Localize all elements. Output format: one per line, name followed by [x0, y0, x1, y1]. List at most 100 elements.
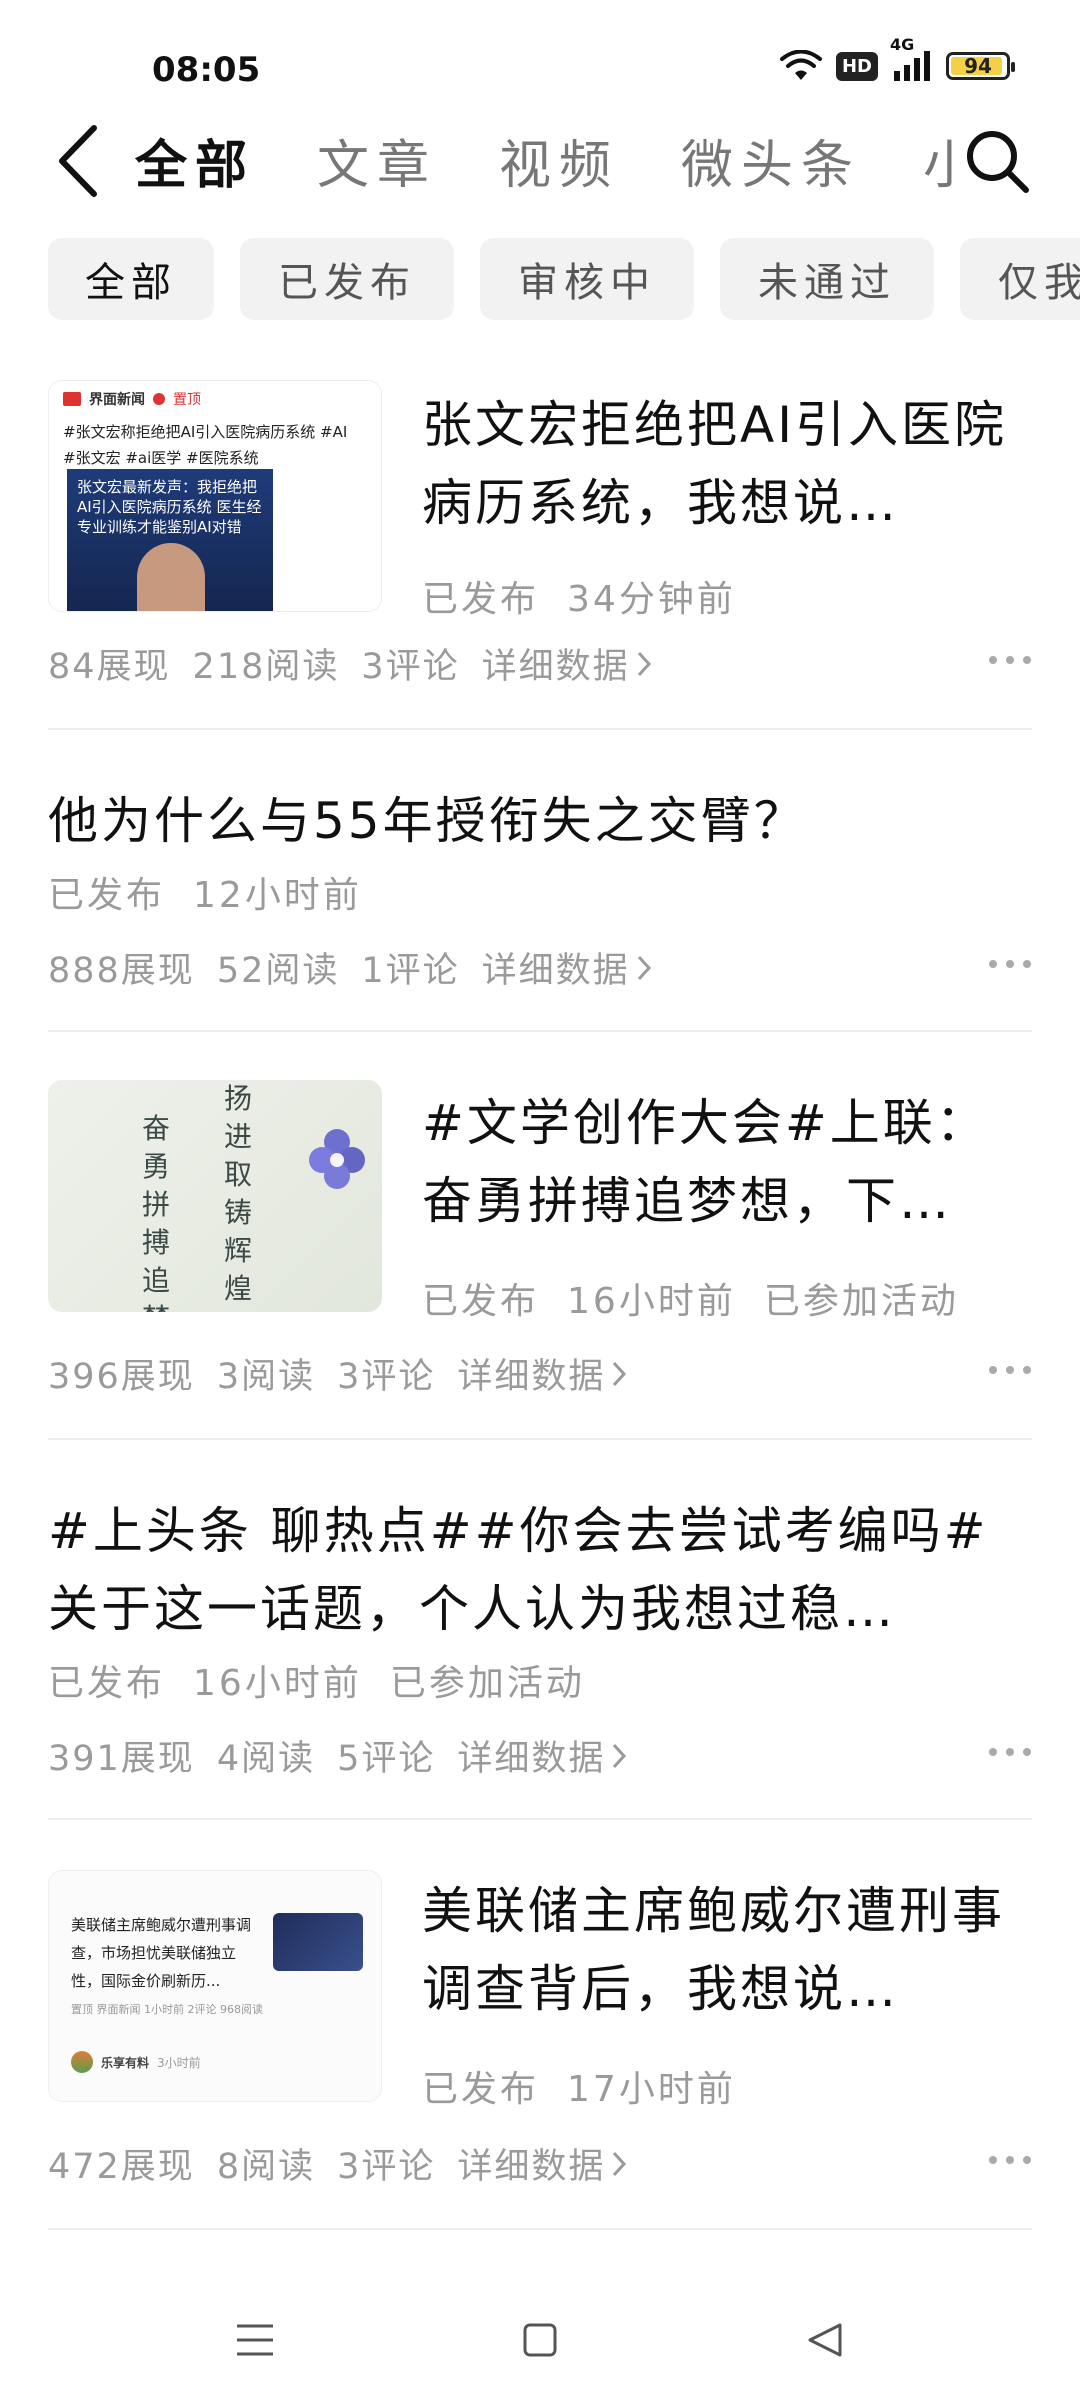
post-time: 16小时前: [193, 1663, 362, 1704]
verified-icon: [153, 393, 165, 405]
more-options-button[interactable]: [962, 1350, 1032, 1390]
reads-count: 52阅读: [216, 951, 340, 991]
tab-micro-posts[interactable]: 微头条: [681, 123, 861, 198]
more-options-button[interactable]: [962, 944, 1032, 984]
post-stats: 391展现 4阅读 5评论 详细数据: [48, 1730, 627, 1781]
menu-button[interactable]: [225, 2310, 285, 2370]
flower-icon: [309, 1129, 365, 1189]
thumb-couplet-right: 奋勇拼搏追梦想: [141, 1112, 170, 1312]
post-stats: 888展现 52阅读 1评论 详细数据: [48, 942, 652, 993]
status-time: 08:05: [152, 50, 261, 90]
comments-count: 5评论: [337, 1739, 436, 1779]
chevron-right-icon: [613, 1743, 627, 1768]
impressions-count: 472展现: [48, 2147, 195, 2187]
search-button[interactable]: [952, 116, 1042, 206]
more-options-button[interactable]: [962, 1732, 1032, 1772]
detail-data-label: 详细数据: [481, 951, 630, 991]
detail-data-link[interactable]: 详细数据: [457, 1730, 627, 1781]
post-status: 已发布: [48, 1663, 166, 1704]
detail-data-link[interactable]: 详细数据: [482, 942, 652, 993]
battery-percent: 94: [964, 54, 992, 78]
filter-rejected[interactable]: 未通过: [720, 238, 934, 320]
more-horizontal-icon: [989, 2156, 1031, 2164]
list-item[interactable]: 界面新闻 置顶 #张文宏称拒绝把AI引入医院病历系统 #AI #张文宏 #ai医…: [48, 380, 1032, 730]
post-title[interactable]: 他为什么与55年授衔失之交臂？: [48, 782, 1032, 860]
post-title[interactable]: 美联储主席鲍威尔遭刑事调查背后，我想说…: [422, 1872, 1032, 2028]
search-icon: [967, 131, 1029, 193]
thumb-article-meta: 置顶 界面新闻 1小时前 2评论 968阅读: [71, 2003, 263, 2016]
impressions-count: 391展现: [48, 1739, 195, 1779]
post-time: 16小时前: [567, 1281, 736, 1322]
reads-count: 4阅读: [216, 1739, 316, 1779]
hd-badge: HD: [835, 51, 878, 81]
detail-data-link[interactable]: 详细数据: [457, 1348, 627, 1399]
filter-private[interactable]: 仅我可见: [960, 238, 1080, 320]
triangle-back-icon: [808, 2323, 842, 2357]
chevron-right-icon: [613, 1361, 627, 1386]
impressions-count: 84展现: [48, 647, 171, 687]
chevron-right-icon: [613, 2151, 627, 2176]
detail-data-link[interactable]: 详细数据: [457, 2138, 627, 2189]
thumb-sub-author: 乐享有料 3小时前: [71, 2051, 201, 2073]
detail-data-link[interactable]: 详细数据: [482, 638, 652, 689]
impressions-count: 888展现: [48, 951, 195, 991]
thumb-tags: #张文宏称拒绝把AI引入医院病历系统 #AI #张文宏 #ai医学 #医院系统: [63, 423, 348, 467]
list-item[interactable]: 美联储主席鲍威尔遭刑事调查，市场担忧美联储独立性，国际金价刷新历... 置顶 界…: [48, 1820, 1032, 2230]
thumb-article-text: 美联储主席鲍威尔遭刑事调查，市场担忧美联储独立性，国际金价刷新历...: [71, 1916, 252, 1990]
tab-all[interactable]: 全部: [135, 123, 255, 198]
more-options-button[interactable]: [962, 640, 1032, 680]
avatar: [71, 2051, 93, 2073]
activity-tag: 已参加活动: [389, 1663, 585, 1704]
back-button[interactable]: [48, 116, 108, 206]
battery-icon: 94: [946, 52, 1015, 80]
tab-short-videos[interactable]: 小视频: [923, 123, 955, 198]
thumb-video-frame: 张文宏最新发声：我拒绝把AI引入医院病历系统 医生经专业训练才能鉴别AI对错: [67, 469, 273, 611]
comments-count: 3评论: [337, 2147, 436, 2187]
post-meta: 已发布 12小时前: [48, 866, 362, 918]
status-bar: 08:05 HD 4G 94: [0, 0, 1080, 120]
content-type-tabs: 全部 文章 视频 微头条 小视频: [135, 110, 955, 210]
post-thumbnail[interactable]: 美联储主席鲍威尔遭刑事调查，市场担忧美联储独立性，国际金价刷新历... 置顶 界…: [48, 1870, 382, 2102]
home-square-icon: [523, 2323, 557, 2357]
post-time: 17小时前: [567, 2069, 736, 2110]
thumb-video-caption: 张文宏最新发声：我拒绝把AI引入医院病历系统 医生经专业训练才能鉴别AI对错: [77, 478, 262, 536]
list-item[interactable]: 他为什么与55年授衔失之交臂？ 已发布 12小时前 888展现 52阅读 1评论…: [48, 730, 1032, 1032]
system-back-button[interactable]: [795, 2310, 855, 2370]
post-thumbnail[interactable]: 奋勇拼搏追梦想 扬进取铸辉煌: [48, 1080, 382, 1312]
post-status: 已发布: [48, 875, 166, 916]
post-stats: 396展现 3阅读 3评论 详细数据: [48, 1348, 627, 1399]
top-nav: 全部 文章 视频 微头条 小视频: [0, 110, 1080, 220]
activity-tag: 已参加活动: [763, 1281, 959, 1322]
more-options-button[interactable]: [962, 2140, 1032, 2180]
filter-under-review[interactable]: 审核中: [480, 238, 694, 320]
post-title[interactable]: #上头条 聊热点##你会去尝试考编吗#关于这一话题，个人认为我想过稳…: [48, 1492, 1032, 1648]
detail-data-label: 详细数据: [457, 2147, 606, 2187]
chevron-left-icon: [59, 125, 97, 197]
person-image: [137, 543, 205, 611]
comments-count: 3评论: [361, 647, 460, 687]
post-thumbnail[interactable]: 界面新闻 置顶 #张文宏称拒绝把AI引入医院病历系统 #AI #张文宏 #ai医…: [48, 380, 382, 612]
reads-count: 218阅读: [192, 647, 340, 687]
post-title[interactable]: #文学创作大会#上联：奋勇拼搏追梦想，下…: [422, 1084, 1032, 1240]
chevron-right-icon: [637, 955, 651, 980]
comments-count: 1评论: [361, 951, 460, 991]
thumb-source-header: 界面新闻 置顶: [63, 389, 201, 409]
detail-data-label: 详细数据: [481, 647, 630, 687]
tab-videos[interactable]: 视频: [499, 123, 619, 198]
comments-count: 3评论: [337, 1357, 436, 1397]
thumb-sub-time: 3小时前: [157, 2055, 201, 2070]
filter-all[interactable]: 全部: [48, 238, 214, 320]
detail-data-label: 详细数据: [457, 1357, 606, 1397]
news-logo-icon: [63, 392, 81, 406]
list-item[interactable]: 奋勇拼搏追梦想 扬进取铸辉煌 #文学创作大会#上联：奋勇拼搏追梦想，下… 已发布…: [48, 1032, 1032, 1440]
post-title[interactable]: 张文宏拒绝把AI引入医院病历系统，我想说…: [422, 386, 1032, 542]
thumb-couplet-left: 扬进取铸辉煌: [223, 1082, 252, 1305]
home-button[interactable]: [510, 2310, 570, 2370]
tab-articles[interactable]: 文章: [317, 123, 437, 198]
thumb-sub-author-name: 乐享有料: [101, 2055, 150, 2070]
filter-published[interactable]: 已发布: [240, 238, 454, 320]
post-meta: 已发布 17小时前: [422, 2060, 736, 2112]
signal-icon: 4G: [890, 37, 932, 81]
menu-icon: [237, 2324, 273, 2356]
list-item[interactable]: #上头条 聊热点##你会去尝试考编吗#关于这一话题，个人认为我想过稳… 已发布 …: [48, 1440, 1032, 1820]
